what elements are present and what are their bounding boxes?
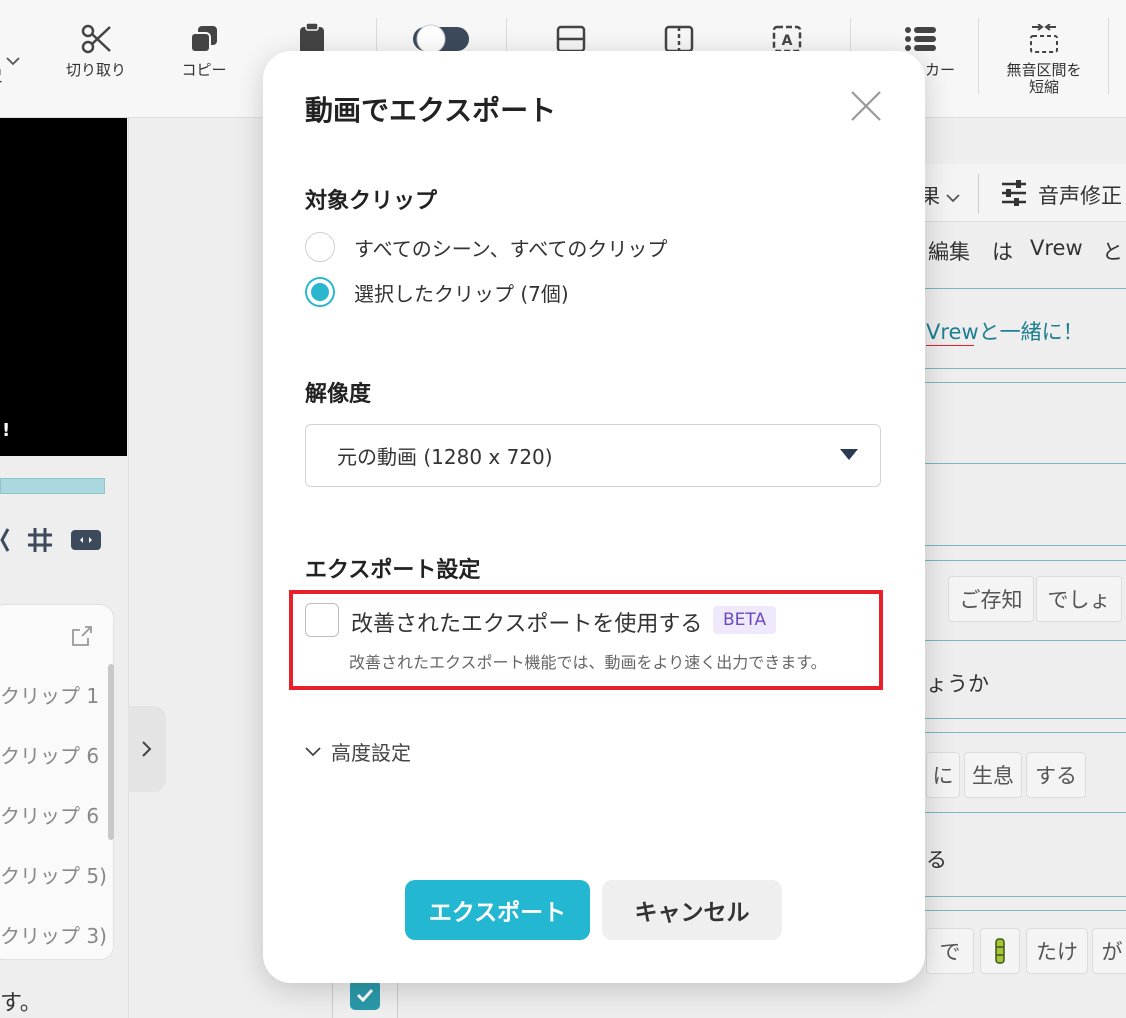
highlight-box: [289, 590, 883, 690]
beta-badge: BETA: [713, 606, 777, 634]
export-button[interactable]: エクスポート: [405, 880, 590, 940]
advanced-settings-toggle[interactable]: 高度設定: [305, 737, 411, 766]
resolution-heading: 解像度: [305, 382, 372, 407]
chevron-down-icon: [305, 746, 321, 756]
export-settings-heading: エクスポート設定: [305, 558, 481, 583]
radio-all-clips[interactable]: すべてのシーン、すべてのクリップ: [305, 232, 667, 262]
improved-export-description: 改善されたエクスポート機能では、動画をより速く出力できます。: [349, 653, 827, 672]
export-video-dialog: 動画でエクスポート 対象クリップ すべてのシーン、すべてのクリップ 選択したクリ…: [263, 51, 925, 983]
dialog-title: 動画でエクスポート: [305, 94, 557, 127]
dropdown-arrow-icon: [840, 449, 858, 460]
advanced-settings-label: 高度設定: [331, 741, 411, 765]
radio-selected-clips-input[interactable]: [305, 277, 335, 307]
close-icon[interactable]: [847, 87, 885, 125]
resolution-select[interactable]: 元の動画 (1280 x 720): [305, 424, 881, 487]
radio-selected-clips[interactable]: 選択したクリップ (7個): [305, 277, 569, 307]
improved-export-label[interactable]: 改善されたエクスポートを使用する: [351, 606, 702, 638]
radio-selected-clips-label: 選択したクリップ (7個): [354, 281, 569, 306]
radio-all-clips-label: すべてのシーン、すべてのクリップ: [354, 236, 668, 261]
cancel-button[interactable]: キャンセル: [602, 880, 782, 940]
target-clips-heading: 対象クリップ: [305, 189, 438, 214]
resolution-value: 元の動画 (1280 x 720): [337, 445, 553, 469]
radio-all-clips-input[interactable]: [305, 232, 335, 262]
improved-export-checkbox[interactable]: [305, 603, 339, 637]
